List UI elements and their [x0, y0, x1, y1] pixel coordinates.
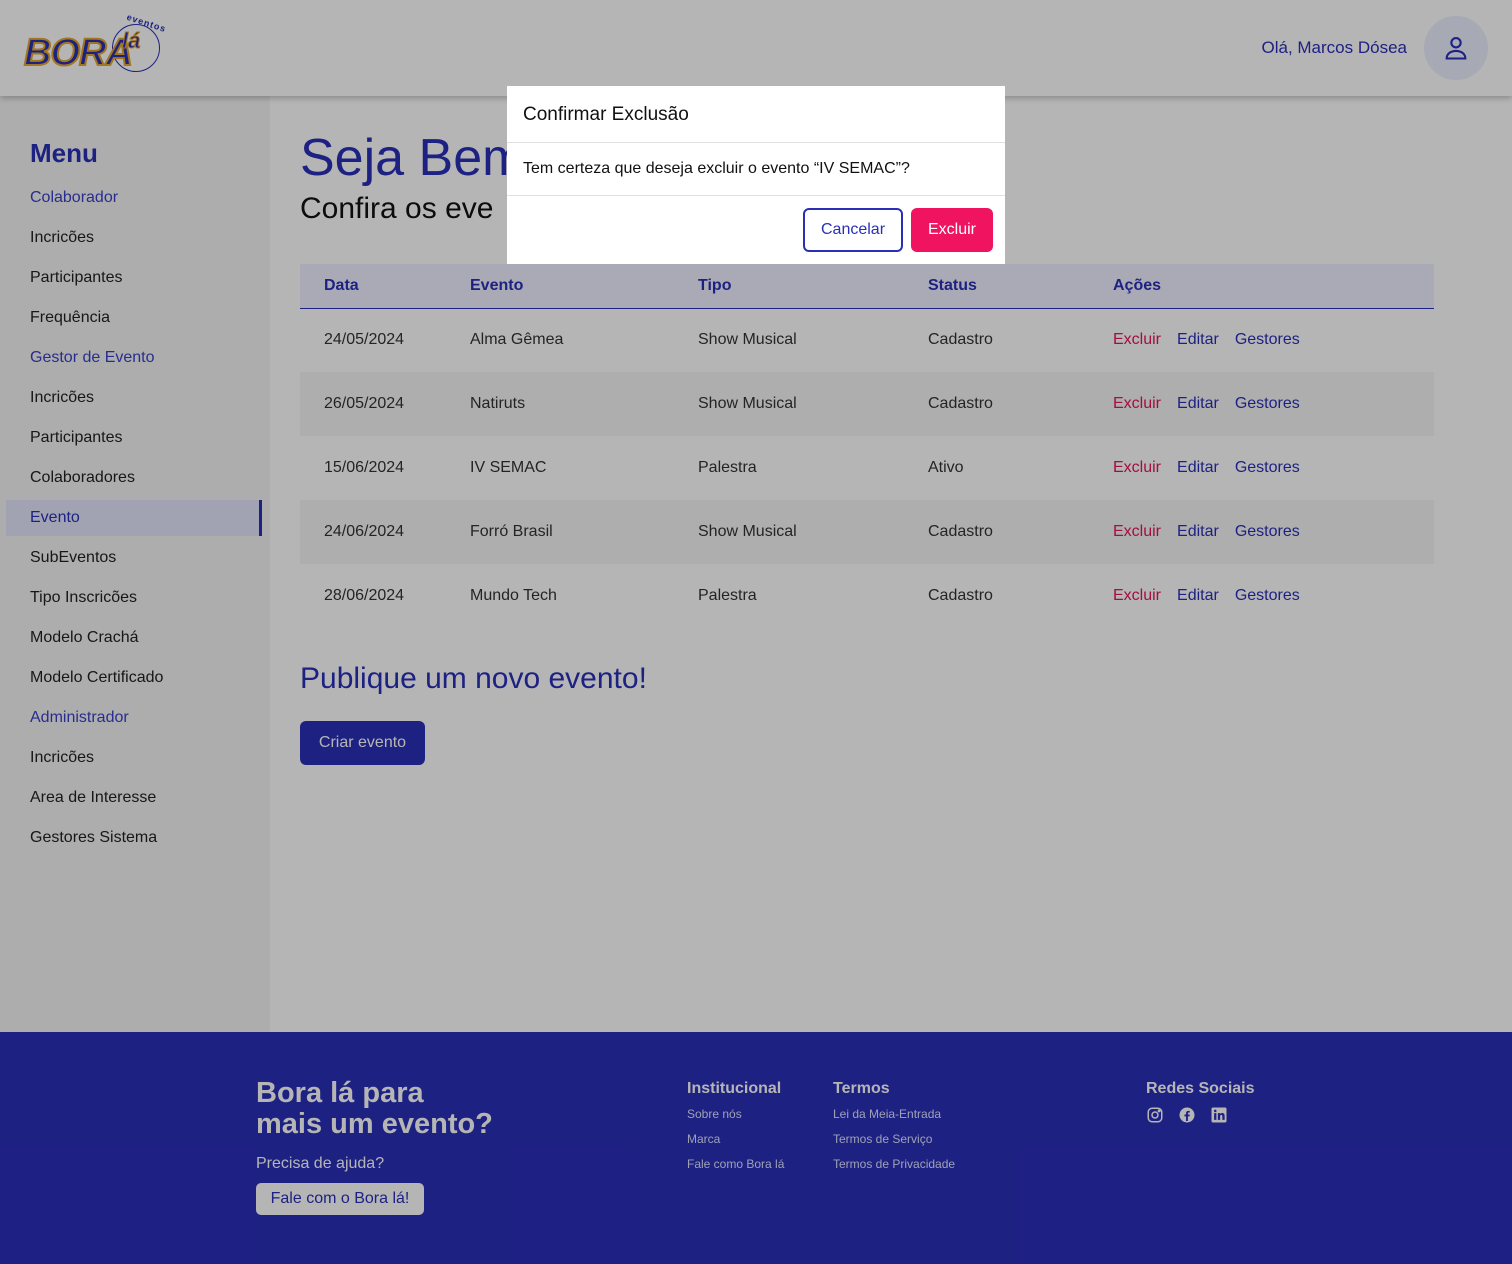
confirm-delete-button[interactable]: Excluir — [911, 208, 993, 252]
cancel-button[interactable]: Cancelar — [803, 208, 903, 252]
dialog-title: Confirmar Exclusão — [507, 86, 1005, 143]
dialog-message: Tem certeza que deseja excluir o evento … — [507, 143, 1005, 196]
confirm-delete-dialog: Confirmar Exclusão Tem certeza que desej… — [507, 86, 1005, 264]
